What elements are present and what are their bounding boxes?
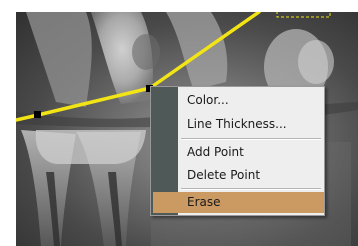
menu-separator <box>181 138 321 140</box>
menu-separator <box>181 188 321 190</box>
menu-item-line-thickness[interactable]: Line Thickness... <box>181 114 323 135</box>
context-menu: Color... Line Thickness... Add Point Del… <box>150 86 325 216</box>
selection-box[interactable] <box>276 12 331 18</box>
menu-item-add-point[interactable]: Add Point <box>181 142 323 163</box>
menu-item-delete-point[interactable]: Delete Point <box>181 165 323 186</box>
control-point[interactable] <box>34 111 41 118</box>
menu-item-erase[interactable]: Erase <box>153 192 324 213</box>
menu-item-color[interactable]: Color... <box>181 90 323 111</box>
